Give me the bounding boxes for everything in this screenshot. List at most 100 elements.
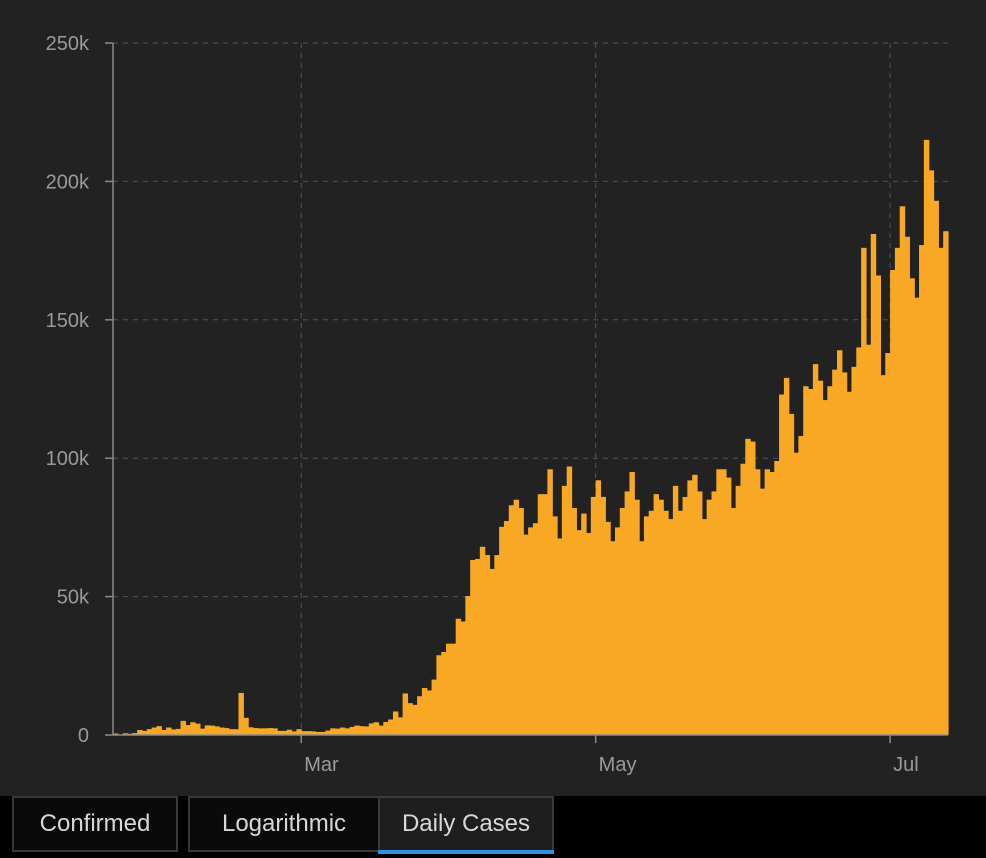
daily-cases-bar <box>180 720 186 735</box>
daily-cases-bar <box>788 413 795 735</box>
daily-cases-bar <box>547 469 553 735</box>
x-tick-label: May <box>599 754 637 776</box>
daily-cases-bar <box>470 560 476 735</box>
daily-cases-bar <box>354 725 360 735</box>
daily-cases-bar <box>412 704 418 735</box>
daily-cases-bar <box>716 469 722 735</box>
daily-cases-bar <box>151 727 158 735</box>
daily-cases-bar <box>610 541 616 735</box>
daily-cases-bar <box>561 485 568 735</box>
daily-cases-bar <box>648 510 655 735</box>
daily-cases-bar <box>426 690 433 735</box>
daily-cases-bar <box>590 496 597 735</box>
daily-cases-bar <box>204 725 211 735</box>
daily-cases-bar <box>619 508 626 735</box>
daily-cases-bar <box>595 480 602 735</box>
x-tick-label: Mar <box>304 754 339 776</box>
daily-cases-bar <box>933 200 939 735</box>
tab-confirmed[interactable]: Confirmed <box>12 796 178 852</box>
daily-cases-bar <box>894 247 901 735</box>
daily-cases-bar <box>243 717 249 735</box>
daily-cases-chart: 0 50k 100k 150k 200k 250k Mar May Jul <box>46 33 949 776</box>
daily-cases-bar <box>692 474 698 735</box>
daily-cases-bar <box>658 499 664 735</box>
daily-cases-bar <box>730 508 737 735</box>
daily-cases-bar <box>793 452 799 735</box>
daily-cases-bar <box>697 491 703 735</box>
daily-cases-bar <box>639 541 645 735</box>
daily-cases-bar <box>532 523 539 735</box>
daily-cases-bar <box>750 441 756 735</box>
daily-cases-bar <box>518 508 524 735</box>
daily-cases-bar <box>812 364 819 735</box>
daily-cases-bar <box>605 521 611 735</box>
daily-cases-bar <box>397 717 404 735</box>
daily-cases-bar <box>474 558 481 735</box>
tab-daily-cases[interactable]: Daily Cases <box>378 796 554 854</box>
daily-cases-bar <box>764 469 771 735</box>
daily-cases-bar <box>267 728 273 735</box>
daily-cases-bar <box>899 206 906 735</box>
daily-cases-bar <box>865 344 872 735</box>
daily-cases-bar <box>219 727 225 735</box>
daily-cases-bar <box>233 729 240 735</box>
daily-cases-bar <box>513 499 520 735</box>
daily-cases-bar <box>798 436 804 735</box>
daily-cases-bar <box>190 722 196 735</box>
daily-cases-bar <box>938 247 944 735</box>
daily-cases-bar <box>643 516 650 735</box>
daily-cases-bar <box>335 728 341 735</box>
daily-cases-bar <box>185 725 191 735</box>
daily-cases-bar <box>943 231 949 735</box>
daily-cases-bar <box>344 728 351 735</box>
daily-cases-bar <box>701 519 708 735</box>
daily-cases-bar <box>552 516 558 735</box>
daily-cases-bar <box>663 510 669 735</box>
daily-cases-bar <box>856 347 862 735</box>
daily-cases-bar <box>252 728 259 735</box>
daily-cases-bar <box>885 353 891 735</box>
y-tick-label: 250k <box>46 33 90 55</box>
daily-cases-bar <box>745 438 751 735</box>
daily-cases-bar <box>846 391 853 735</box>
daily-cases-bar <box>614 527 621 735</box>
daily-cases-bar <box>754 469 761 735</box>
daily-cases-bar <box>450 643 457 735</box>
y-tick-label: 100k <box>46 448 90 470</box>
daily-cases-bar <box>199 728 206 735</box>
daily-cases-bar <box>349 726 355 735</box>
daily-cases-bar <box>653 494 660 735</box>
daily-cases-bar <box>537 494 544 735</box>
daily-cases-bar <box>455 618 462 735</box>
daily-cases-bar <box>392 711 399 735</box>
daily-cases-bar <box>378 725 384 735</box>
daily-cases-bar <box>914 297 920 735</box>
daily-cases-bar <box>195 723 201 735</box>
daily-cases-bar <box>769 472 775 735</box>
daily-cases-bar <box>581 513 587 735</box>
daily-cases-bar <box>624 491 631 735</box>
daily-cases-bar <box>566 466 573 735</box>
daily-cases-bar <box>557 538 563 735</box>
tab-logarithmic-label: Logarithmic <box>221 810 347 837</box>
x-tick-label: Jul <box>893 754 919 776</box>
tab-logarithmic[interactable]: Logarithmic <box>188 796 380 852</box>
daily-cases-bar <box>489 568 495 735</box>
y-tick-label: 200k <box>46 171 90 193</box>
daily-cases-bar <box>479 546 486 735</box>
daily-cases-bar <box>904 236 910 735</box>
daily-cases-bar <box>224 728 230 735</box>
daily-cases-bar <box>407 703 413 735</box>
daily-cases-bar <box>586 532 592 735</box>
daily-cases-bar <box>880 375 886 735</box>
daily-cases-bar <box>248 727 254 735</box>
daily-cases-bar <box>257 728 264 735</box>
daily-cases-bar <box>330 728 336 735</box>
daily-cases-bar <box>634 499 640 735</box>
daily-cases-bar <box>576 530 582 735</box>
daily-cases-bar <box>508 505 515 735</box>
daily-cases-bar <box>214 726 220 735</box>
daily-cases-bar <box>861 247 867 735</box>
tab-daily-cases-label: Daily Cases <box>401 810 531 837</box>
daily-cases-bar <box>909 278 915 735</box>
